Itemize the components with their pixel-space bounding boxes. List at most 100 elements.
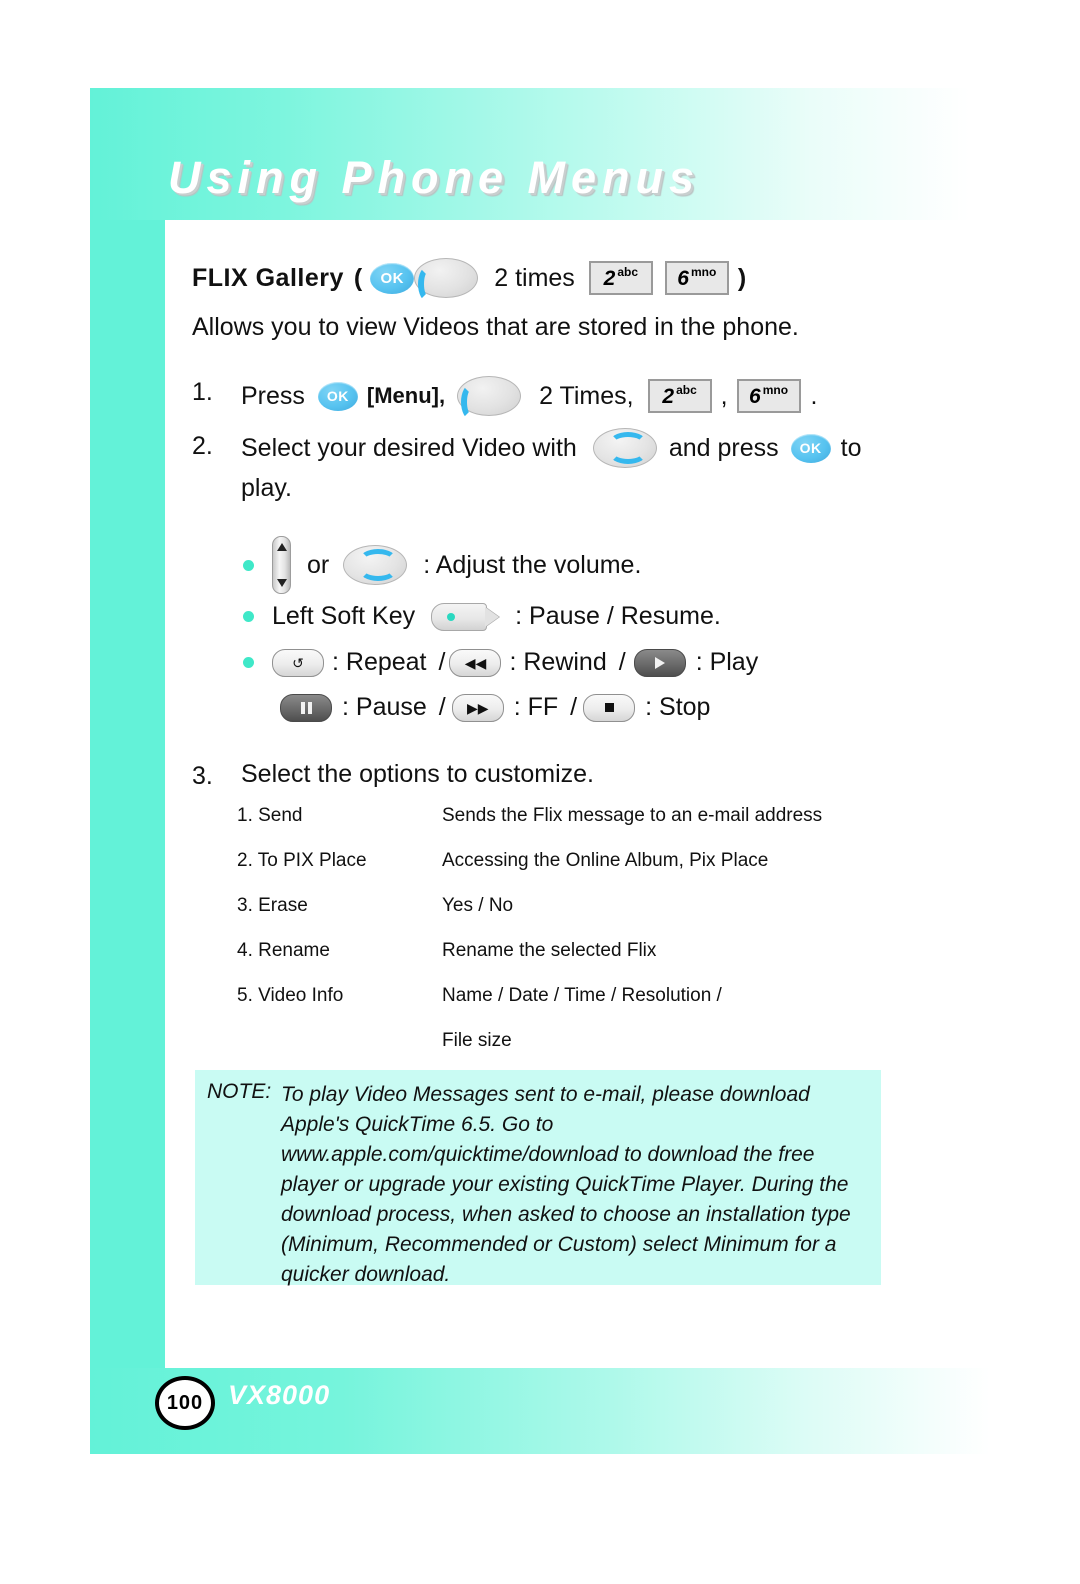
volume-key-icon[interactable]	[272, 536, 291, 594]
note-label: NOTE:	[207, 1080, 272, 1103]
bullet-volume-text: : Adjust the volume.	[423, 550, 642, 579]
pause-button-icon[interactable]	[280, 693, 332, 722]
rewind-label: : Rewind	[509, 648, 607, 676]
step-2-number: 2.	[192, 432, 213, 460]
ok-key-icon[interactable]: OK	[317, 381, 358, 411]
fast-forward-glyph-icon: ▶▶	[466, 699, 489, 716]
bullet-volume: or : Adjust the volume.	[243, 536, 641, 594]
volume-up-triangle-icon	[276, 543, 287, 551]
keypad-key-2-icon[interactable]: 2 abc	[588, 261, 653, 295]
option-key: 1. Send	[237, 805, 303, 826]
option-value: File size	[442, 1030, 512, 1051]
note-text: To play Video Messages sent to e-mail, p…	[281, 1083, 851, 1286]
play-label: : Play	[695, 648, 759, 676]
paren-open: (	[353, 263, 363, 292]
bullet-dot-icon	[243, 657, 254, 668]
left-soft-key-icon[interactable]	[431, 602, 488, 631]
bullet-playback-row-2: : Pause / ▶▶ : FF / : Stop	[280, 693, 710, 722]
table-row: 3. Erase Yes / No	[237, 895, 917, 940]
step-2-text-a: Select your desired Video with	[241, 433, 577, 462]
pause-label: : Pause	[342, 693, 427, 721]
bullet-softkey-text: : Pause / Resume.	[515, 602, 721, 630]
bullet-left-soft-key: Left Soft Key : Pause / Resume.	[243, 602, 721, 631]
keypad-key-2-letters: abc	[617, 264, 638, 279]
repeat-button-icon[interactable]: ↺	[272, 648, 324, 677]
repeat-glyph-icon: ↺	[292, 654, 304, 671]
stop-square-icon	[604, 703, 614, 712]
model-name: VX8000	[228, 1380, 331, 1410]
step-1-number: 1.	[192, 378, 213, 406]
step-2-text-c: to	[840, 433, 862, 462]
soft-key-dot-icon	[447, 612, 456, 621]
navigation-key-icon[interactable]	[343, 545, 408, 585]
fast-forward-button-icon[interactable]: ▶▶	[451, 693, 504, 722]
bullet-dot-icon	[243, 559, 254, 571]
page-number-badge: 100	[155, 1376, 215, 1430]
ok-key-icon[interactable]: OK	[370, 262, 415, 294]
step-1-comma: ,	[720, 381, 728, 410]
manual-page: Using Phone Menus FLIX Gallery ( OK 2 ti…	[0, 0, 1080, 1584]
option-key: 2. To PIX Place	[237, 850, 367, 871]
option-value: Name / Date / Time / Resolution /	[442, 985, 722, 1006]
slash-1: /	[438, 693, 446, 721]
keypad-key-2-number: 2	[662, 385, 675, 408]
step-2: Select your desired Video with and press…	[241, 428, 862, 468]
option-key: 3. Erase	[237, 895, 308, 916]
table-row: 5. Video Info Name / Date / Time / Resol…	[237, 985, 917, 1030]
keypad-key-2-letters: abc	[676, 382, 697, 397]
section-heading: FLIX Gallery ( OK 2 times 2 abc 6 mno )	[192, 258, 747, 302]
play-button-icon[interactable]	[633, 648, 686, 677]
option-value: Sends the Flix message to an e-mail addr…	[442, 805, 823, 826]
bullet-playback-row-1: ↺ : Repeat / ◀◀ : Rewind / : Play	[243, 648, 758, 677]
bullet-softkey-label: Left Soft Key	[272, 602, 416, 630]
volume-down-triangle-icon	[276, 579, 287, 587]
step-2-continued: play.	[241, 474, 292, 502]
rewind-button-icon[interactable]: ◀◀	[449, 648, 502, 677]
step-3-number: 3.	[192, 762, 213, 790]
table-row: 4. Rename Rename the selected Flix	[237, 940, 917, 985]
keypad-key-6-letters: mno	[690, 264, 717, 279]
footer-gradient-band	[90, 1368, 990, 1454]
keypad-key-6-number: 6	[677, 267, 689, 290]
keypad-key-6-icon[interactable]: 6 mno	[736, 379, 801, 413]
step-1-times-label: 2 Times,	[539, 381, 634, 410]
rewind-glyph-icon: ◀◀	[464, 654, 487, 671]
step-1-press-label: Press	[241, 381, 305, 410]
option-value: Accessing the Online Album, Pix Place	[442, 850, 769, 871]
repeat-label: : Repeat	[332, 648, 427, 676]
heading-times-label: 2 times	[494, 263, 575, 292]
left-soft-oval-icon[interactable]	[414, 258, 479, 302]
keypad-key-6-icon[interactable]: 6 mno	[664, 261, 729, 295]
paren-close: )	[737, 263, 747, 292]
left-soft-oval-icon[interactable]	[457, 376, 522, 420]
step-3-text: Select the options to customize.	[241, 760, 594, 788]
keypad-key-6-number: 6	[749, 385, 761, 408]
step-2-text-b: and press	[668, 433, 779, 462]
keypad-key-6-letters: mno	[762, 382, 789, 397]
step-1-period: .	[810, 381, 818, 410]
option-key: 4. Rename	[237, 940, 330, 961]
ok-key-icon[interactable]: OK	[790, 433, 831, 463]
page-title: Using Phone Menus	[168, 152, 701, 203]
option-key: 5. Video Info	[237, 985, 344, 1006]
option-value: Rename the selected Flix	[442, 940, 657, 961]
section-heading-label: FLIX Gallery	[192, 263, 344, 292]
stop-label: : Stop	[645, 693, 711, 721]
option-value: Yes / No	[442, 895, 514, 916]
bullet-volume-or: or	[307, 550, 330, 579]
keypad-key-2-number: 2	[603, 267, 616, 290]
slash-1: /	[438, 648, 446, 676]
pause-bars-icon	[300, 701, 312, 714]
stop-button-icon[interactable]	[583, 693, 636, 722]
slash-2: /	[570, 693, 578, 721]
keypad-key-2-icon[interactable]: 2 abc	[647, 379, 712, 413]
table-row: File size	[237, 1030, 917, 1075]
slash-2: /	[618, 648, 626, 676]
option-key	[237, 1030, 442, 1075]
navigation-key-icon[interactable]	[592, 428, 657, 468]
play-triangle-icon	[654, 656, 665, 669]
bullet-dot-icon	[243, 611, 254, 622]
options-table: 1. Send Sends the Flix message to an e-m…	[237, 805, 917, 1075]
step-1: Press OK [Menu], 2 Times, 2 abc , 6 mno .	[241, 376, 818, 420]
table-row: 1. Send Sends the Flix message to an e-m…	[237, 805, 917, 850]
